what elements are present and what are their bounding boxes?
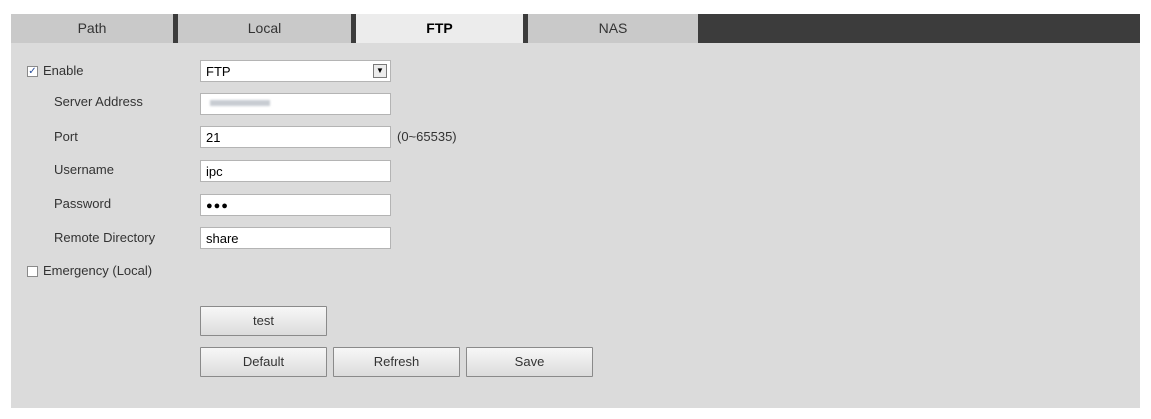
port-range-hint: (0~65535) (397, 129, 457, 144)
port-label: Port (54, 129, 78, 144)
password-field[interactable]: ●●● (200, 194, 391, 216)
ftp-settings-panel: Path Local FTP NAS ✓ Enable FTP ▼ Server… (11, 14, 1140, 408)
username-field[interactable]: ipc (200, 160, 391, 182)
enable-checkbox[interactable]: ✓ (27, 66, 38, 77)
tab-bar: Path Local FTP NAS (11, 14, 1140, 43)
default-button[interactable]: Default (200, 347, 327, 377)
username-label: Username (54, 162, 114, 177)
tab-local[interactable]: Local (178, 14, 351, 43)
test-button[interactable]: test (200, 306, 327, 336)
remote-directory-field[interactable]: share (200, 227, 391, 249)
enable-label: Enable (43, 63, 84, 78)
protocol-select-value: FTP (206, 64, 231, 79)
save-button[interactable]: Save (466, 347, 593, 377)
tab-path[interactable]: Path (11, 14, 173, 43)
remote-directory-label: Remote Directory (54, 230, 156, 245)
tab-ftp[interactable]: FTP (356, 14, 523, 43)
refresh-button[interactable]: Refresh (333, 347, 460, 377)
server-address-field[interactable] (200, 93, 391, 115)
redacted-address-blur (210, 100, 270, 106)
protocol-select[interactable]: FTP ▼ (200, 60, 391, 82)
password-label: Password (54, 196, 112, 211)
port-field[interactable]: 21 (200, 126, 391, 148)
tab-nas[interactable]: NAS (528, 14, 698, 43)
chevron-down-icon[interactable]: ▼ (373, 64, 387, 78)
server-address-label: Server Address (54, 94, 143, 109)
emergency-checkbox[interactable] (27, 266, 38, 277)
emergency-label: Emergency (Local) (43, 263, 153, 278)
